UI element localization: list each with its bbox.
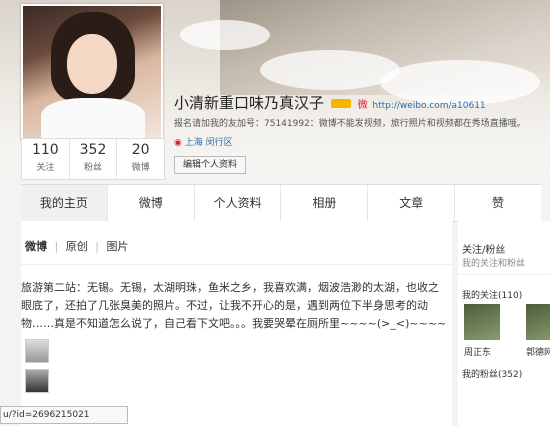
post-text: 旅游第二站：无锡。无锡，太湖明珠，鱼米之乡，我喜欢满，烟波浩渺的太湖，也收之眼底… (21, 281, 447, 330)
banner-cloud (260, 50, 400, 90)
filter-separator: | (54, 240, 59, 253)
vip-badge-icon[interactable] (330, 99, 351, 108)
location-pin-icon: ◉ (174, 138, 182, 148)
profile-tabs: 我的主页 微博 个人资料 相册 文章 赞 (21, 184, 541, 222)
sidebar-header: 关注/粉丝 (462, 245, 506, 256)
location-text: 上海 闵行区 (184, 138, 233, 148)
friend-avatar[interactable] (526, 304, 550, 340)
banner-cloud (180, 20, 270, 50)
sidebar: 关注/粉丝 我的关注和粉丝 我的关注(110) 周正东 郭德网 我的粉丝(352… (458, 221, 550, 426)
tab-album[interactable]: 相册 (281, 185, 369, 221)
friend-avatar[interactable] (464, 304, 500, 340)
browser-status-bar: u/?id=2696215021 (0, 406, 128, 424)
feed-divider (21, 264, 452, 265)
stat-num: 110 (31, 142, 59, 158)
profile-name-line: 小清新重口味乃真汉子 微 http://weibo.com/a10611 (174, 92, 486, 113)
stat-label: 关注 (36, 163, 55, 173)
stat-following[interactable]: 110 关注 (22, 139, 70, 179)
profile-stats: 110 关注 352 粉丝 20 微博 (21, 138, 165, 180)
profile-url-link[interactable]: http://weibo.com/a10611 (372, 101, 485, 111)
stat-num: 20 (131, 142, 150, 158)
filter-original[interactable]: 原创 (66, 240, 88, 253)
profile-location[interactable]: ◉ 上海 闵行区 (174, 135, 233, 148)
post-thumbnail[interactable] (25, 369, 49, 393)
stat-label: 微博 (131, 163, 150, 173)
tab-home[interactable]: 我的主页 (21, 185, 108, 221)
feed-filter: 微博 | 原创 | 图片 (25, 238, 132, 254)
filter-pictures[interactable]: 图片 (106, 240, 128, 253)
stat-num: 352 (79, 142, 107, 158)
profile-name: 小清新重口味乃真汉子 (174, 94, 325, 112)
filter-separator: | (95, 240, 99, 253)
stat-weibo[interactable]: 20 微博 (117, 139, 164, 179)
weibo-logo-icon: 微 (357, 100, 368, 111)
tab-articles[interactable]: 文章 (368, 185, 456, 221)
stat-label: 粉丝 (84, 163, 103, 173)
tab-weibo[interactable]: 微博 (108, 185, 195, 221)
profile-description: 报名请加我的友加号：75141992：微博不能发视频，旅行照片和视频都在秀场直播… (174, 119, 526, 129)
profile-avatar[interactable] (21, 4, 163, 140)
avatar-dress (41, 98, 145, 138)
feed-panel: 微博 | 原创 | 图片 旅游第二站：无锡。无锡，太湖明珠，鱼米之乡，我喜欢满，… (21, 221, 452, 426)
tab-profile-info[interactable]: 个人资料 (195, 185, 282, 221)
post-thumbnail[interactable] (25, 339, 49, 363)
friend-name[interactable]: 郭德网 (526, 345, 550, 358)
following-link[interactable]: 我的关注(110) (462, 288, 522, 301)
stat-fans[interactable]: 352 粉丝 (70, 139, 118, 179)
followers-link[interactable]: 我的粉丝(352) (462, 367, 522, 380)
avatar-face (67, 34, 117, 94)
edit-profile-button[interactable]: 编辑个人资料 (174, 156, 246, 174)
friend-name[interactable]: 周正东 (464, 345, 491, 358)
sidebar-divider (458, 274, 550, 275)
sidebar-subheader: 我的关注和粉丝 (462, 259, 526, 269)
filter-weibo[interactable]: 微博 (25, 240, 47, 253)
tab-likes[interactable]: 赞 (455, 185, 541, 221)
